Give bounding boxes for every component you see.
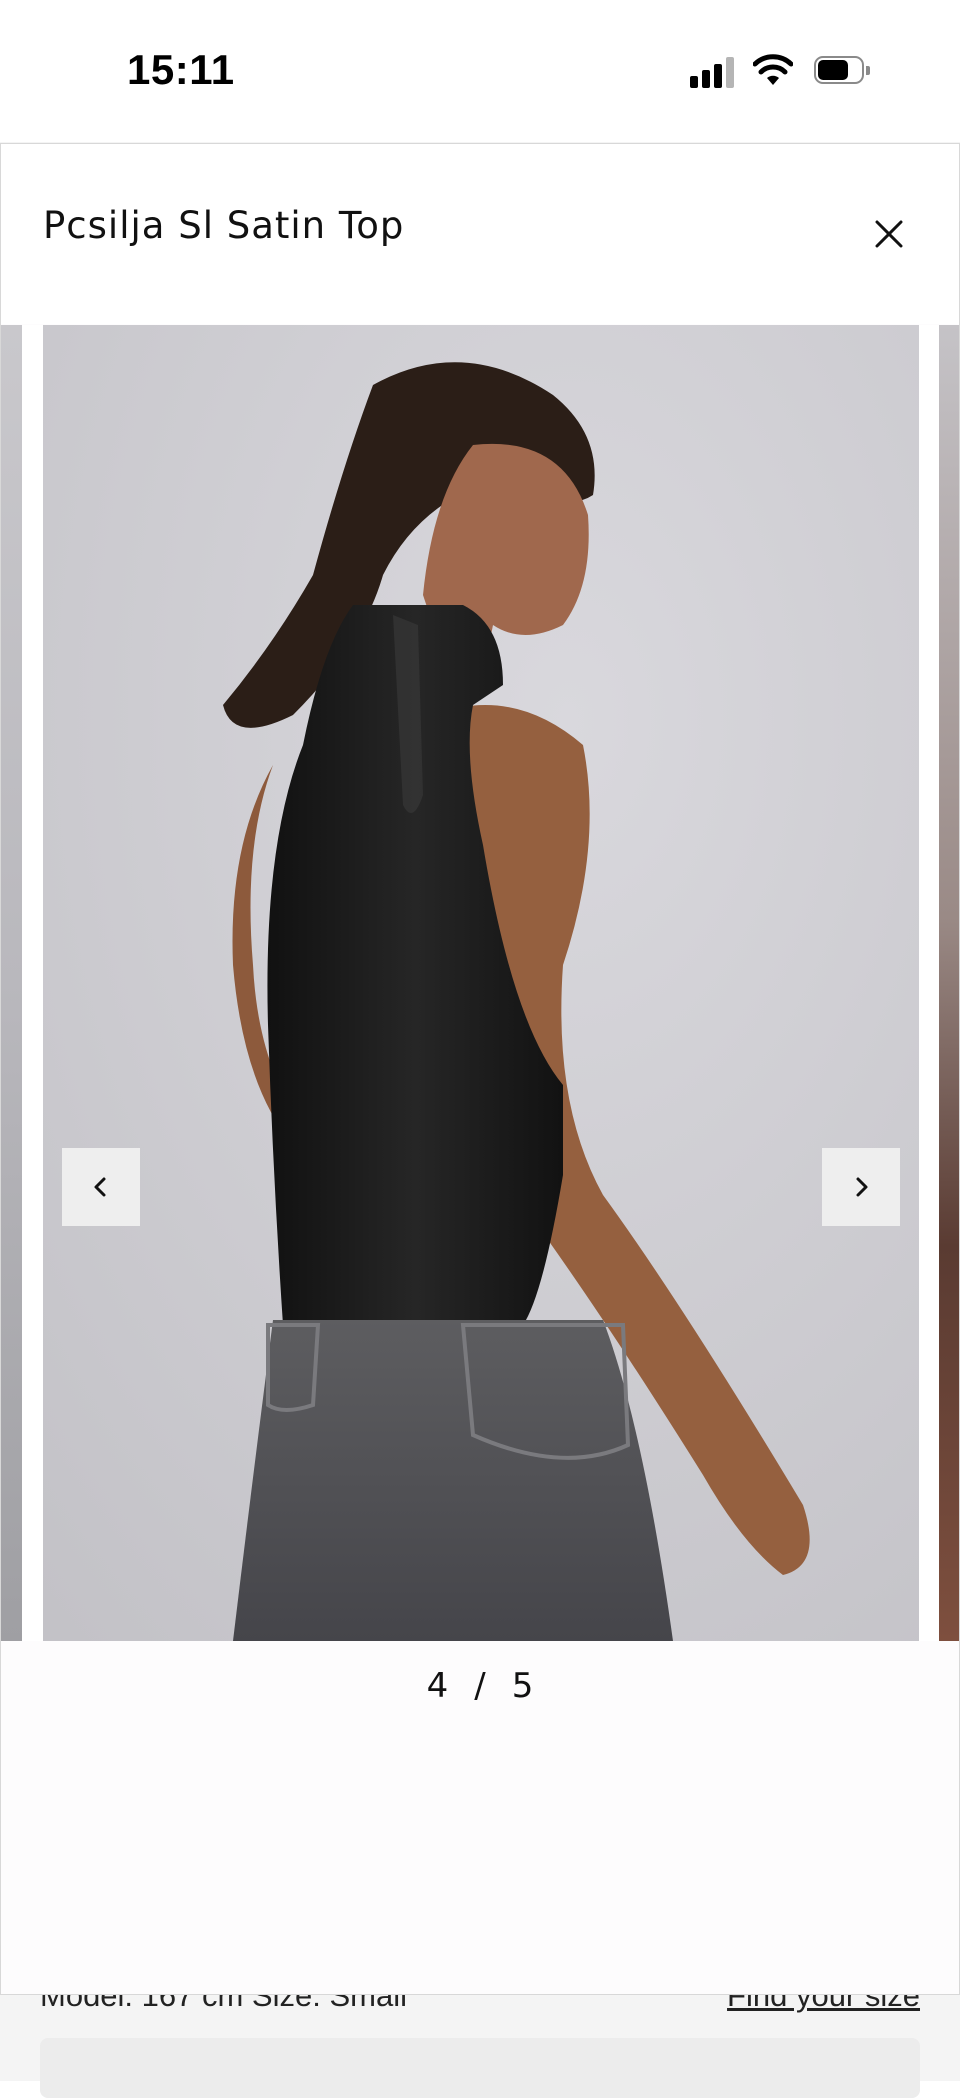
previous-image-button[interactable] [62,1148,140,1226]
chevron-right-icon [856,1177,868,1197]
total-images: 5 [511,1666,534,1706]
product-photo [43,325,919,1641]
current-image-index: 4 [426,1666,449,1706]
counter-separator: / [474,1666,486,1706]
product-photo-illustration [43,325,919,1641]
modal-title: Pcsilja Sl Satin Top [43,204,405,247]
close-icon[interactable] [869,214,909,254]
next-slide-peek[interactable] [939,325,959,1641]
chevron-left-icon [94,1177,106,1197]
wifi-icon [753,54,793,85]
image-gallery-modal: Pcsilja Sl Satin Top 4 / 5 [0,143,960,1995]
image-carousel[interactable] [1,325,959,1641]
size-selector-box[interactable] [40,2038,920,2098]
image-counter: 4 / 5 [1,1666,959,1706]
battery-icon [814,56,872,86]
previous-slide-peek[interactable] [1,325,22,1641]
modal-header: Pcsilja Sl Satin Top [1,144,959,324]
status-bar: 15:11 [0,0,960,142]
next-image-button[interactable] [822,1148,900,1226]
cellular-signal-icon [690,56,736,88]
status-time: 15:11 [127,46,235,93]
